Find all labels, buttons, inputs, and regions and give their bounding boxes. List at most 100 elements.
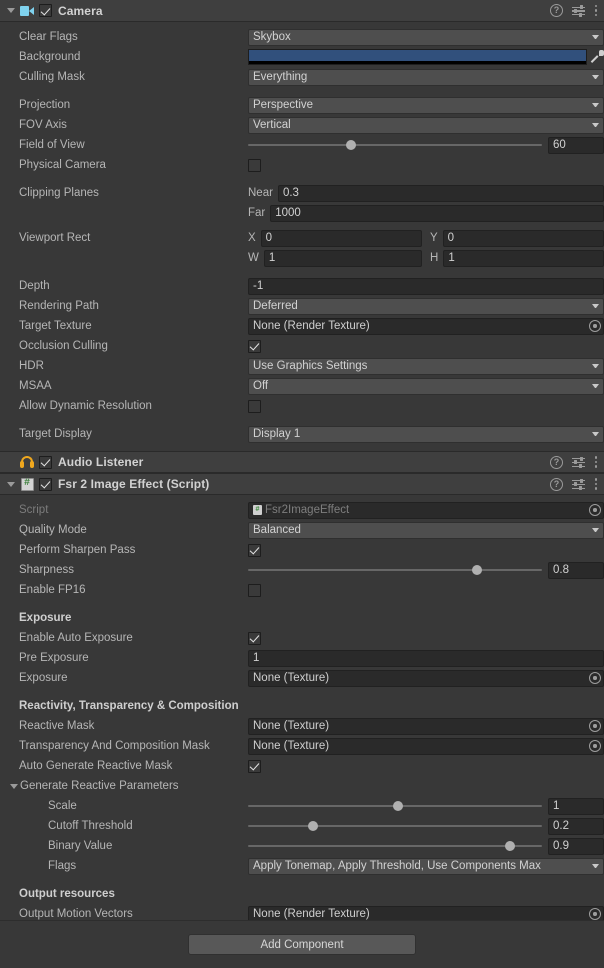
help-icon[interactable]: ? [550, 4, 563, 17]
eyedropper-icon[interactable] [591, 50, 604, 64]
preset-icon[interactable] [572, 478, 585, 491]
label-pre-exposure: Pre Exposure [19, 652, 248, 664]
slider-handle[interactable] [393, 801, 403, 811]
object-field-value: None (Texture) [253, 740, 586, 752]
input-viewport-w[interactable]: 1 [264, 250, 422, 267]
row-viewport-rect-xy: Viewport Rect X 0 Y 0 [0, 228, 604, 248]
dropdown-quality-mode[interactable]: Balanced [248, 522, 604, 539]
dropdown-value-quality-mode: Balanced [253, 524, 588, 536]
checkbox-auto-generate-reactive-mask[interactable] [248, 760, 261, 773]
input-sharpness[interactable]: 0.8 [548, 562, 604, 579]
label-background: Background [19, 51, 248, 63]
object-field-value: None (Render Texture) [253, 320, 586, 332]
dropdown-target-display[interactable]: Display 1 [248, 426, 604, 443]
checkbox-physical-camera[interactable] [248, 159, 261, 172]
component-enabled-checkbox-fsr2[interactable] [39, 478, 52, 491]
input-scale[interactable]: 1 [548, 798, 604, 815]
label-rendering-path: Rendering Path [19, 300, 248, 312]
checkbox-allow-dynamic-resolution[interactable] [248, 400, 261, 413]
object-picker-icon[interactable] [589, 672, 601, 684]
preset-icon[interactable] [572, 4, 585, 17]
checkbox-enable-auto-exposure[interactable] [248, 632, 261, 645]
dropdown-culling-mask[interactable]: Everything [248, 69, 604, 86]
slider-field-of-view[interactable] [248, 137, 542, 153]
input-viewport-h[interactable]: 1 [443, 250, 604, 267]
kebab-menu-icon[interactable] [594, 4, 598, 18]
color-field-background[interactable] [248, 49, 604, 66]
row-field-of-view: Field of View 60 [0, 135, 604, 155]
label-binary-value: Binary Value [19, 840, 248, 852]
slider-handle[interactable] [472, 565, 482, 575]
row-script: Script # Fsr2ImageEffect [0, 500, 604, 520]
input-field-of-view[interactable]: 60 [548, 137, 604, 154]
dropdown-hdr[interactable]: Use Graphics Settings [248, 358, 604, 375]
inspector-window: Camera ? Clear Flags Skybox Background [0, 0, 604, 968]
kebab-menu-icon[interactable] [594, 477, 598, 491]
input-pre-exposure[interactable]: 1 [248, 650, 604, 667]
slider-handle[interactable] [346, 140, 356, 150]
row-allow-dynamic-resolution: Allow Dynamic Resolution [0, 396, 604, 416]
dropdown-msaa[interactable]: Off [248, 378, 604, 395]
help-icon[interactable]: ? [550, 456, 563, 469]
row-background: Background [0, 47, 604, 67]
component-header-audio-listener[interactable]: Audio Listener ? [0, 451, 604, 473]
preset-icon[interactable] [572, 456, 585, 469]
checkbox-enable-fp16[interactable] [248, 584, 261, 597]
object-field-exposure[interactable]: None (Texture) [248, 670, 604, 687]
input-clipping-near[interactable]: 0.3 [278, 185, 604, 202]
object-field-reactive-mask[interactable]: None (Texture) [248, 718, 604, 735]
object-field-value: None (Texture) [253, 720, 586, 732]
slider-sharpness[interactable] [248, 562, 542, 578]
label-viewport-h: H [430, 252, 438, 264]
kebab-menu-icon[interactable] [594, 455, 598, 469]
object-picker-icon[interactable] [589, 320, 601, 332]
color-swatch-background[interactable] [248, 49, 587, 65]
foldout-arrow-camera[interactable] [4, 4, 17, 17]
component-header-camera[interactable]: Camera ? [0, 0, 604, 22]
component-enabled-checkbox-camera[interactable] [39, 4, 52, 17]
row-projection: Projection Perspective [0, 95, 604, 115]
object-picker-icon[interactable] [589, 908, 601, 920]
foldout-arrow-generate-reactive-parameters[interactable] [7, 780, 20, 793]
slider-handle[interactable] [308, 821, 318, 831]
dropdown-value-clear-flags: Skybox [253, 31, 588, 43]
dropdown-projection[interactable]: Perspective [248, 97, 604, 114]
input-cutoff-threshold[interactable]: 0.2 [548, 818, 604, 835]
input-depth[interactable]: -1 [248, 278, 604, 295]
object-field-transparency-mask[interactable]: None (Texture) [248, 738, 604, 755]
foldout-arrow-fsr2[interactable] [4, 478, 17, 491]
input-binary-value[interactable]: 0.9 [548, 838, 604, 855]
dropdown-fov-axis[interactable]: Vertical [248, 117, 604, 134]
row-generate-reactive-parameters[interactable]: Generate Reactive Parameters [0, 776, 604, 796]
row-quality-mode: Quality Mode Balanced [0, 520, 604, 540]
dropdown-clear-flags[interactable]: Skybox [248, 29, 604, 46]
label-generate-reactive-parameters: Generate Reactive Parameters [20, 780, 235, 792]
object-field-target-texture[interactable]: None (Render Texture) [248, 318, 604, 335]
input-viewport-x[interactable]: 0 [261, 230, 422, 247]
label-script: Script [19, 504, 248, 516]
label-quality-mode: Quality Mode [19, 524, 248, 536]
dropdown-value-flags: Apply Tonemap, Apply Threshold, Use Comp… [253, 860, 588, 872]
slider-handle[interactable] [505, 841, 515, 851]
input-clipping-far[interactable]: 1000 [270, 205, 604, 222]
checkbox-perform-sharpen-pass[interactable] [248, 544, 261, 557]
checkbox-occlusion-culling[interactable] [248, 340, 261, 353]
dropdown-value-msaa: Off [253, 380, 588, 392]
label-projection: Projection [19, 99, 248, 111]
slider-binary-value[interactable] [248, 838, 542, 854]
help-icon[interactable]: ? [550, 478, 563, 491]
component-title-fsr2: Fsr 2 Image Effect (Script) [58, 477, 209, 491]
component-header-fsr2[interactable]: # Fsr 2 Image Effect (Script) ? [0, 473, 604, 495]
add-component-button[interactable]: Add Component [188, 934, 416, 955]
label-output-motion-vectors: Output Motion Vectors [19, 908, 248, 920]
component-enabled-checkbox-audio-listener[interactable] [39, 456, 52, 469]
input-viewport-y[interactable]: 0 [443, 230, 604, 247]
section-header-exposure: Exposure [19, 612, 248, 624]
slider-scale[interactable] [248, 798, 542, 814]
object-picker-icon[interactable] [589, 740, 601, 752]
dropdown-rendering-path[interactable]: Deferred [248, 298, 604, 315]
slider-cutoff-threshold[interactable] [248, 818, 542, 834]
dropdown-flags[interactable]: Apply Tonemap, Apply Threshold, Use Comp… [248, 858, 604, 875]
object-picker-icon[interactable] [589, 720, 601, 732]
header-tools-camera: ? [550, 0, 598, 21]
